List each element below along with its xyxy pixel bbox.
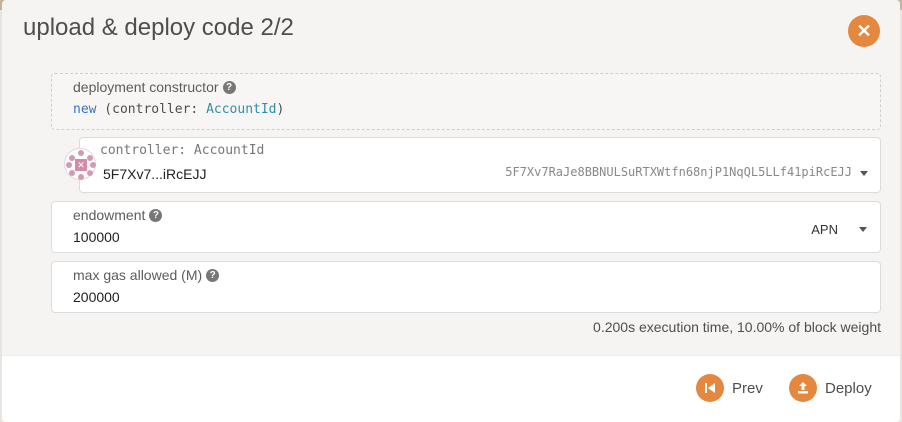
- max-gas-input[interactable]: 200000: [73, 289, 120, 305]
- account-full-address: 5F7Xv7RaJe8BBNULSuRTXWtfn68njP1NqQL5LLf4…: [505, 165, 852, 179]
- chevron-down-icon[interactable]: [860, 171, 868, 176]
- constructor-panel: deployment constructor ? new (controller…: [51, 73, 881, 130]
- deploy-modal: upload & deploy code 2/2 ✕ deployment co…: [2, 0, 900, 422]
- constructor-signature: new (controller: AccountId): [73, 102, 284, 117]
- modal-footer: Prev Deploy: [2, 355, 900, 422]
- chevron-down-icon[interactable]: [859, 227, 867, 232]
- deploy-label: Deploy: [825, 379, 872, 397]
- account-short-address: 5F7Xv7...iRcEJJ: [103, 166, 207, 182]
- constructor-label: deployment constructor: [73, 79, 219, 95]
- modal-content: deployment constructor ? new (controller…: [2, 60, 900, 355]
- close-icon: ✕: [856, 20, 872, 41]
- controller-label: controller: AccountId: [100, 143, 265, 158]
- constructor-params-open: (controller:: [96, 102, 207, 117]
- controller-account-select[interactable]: controller: AccountId 5F7Xv7...iRcEJJ 5F…: [79, 137, 881, 193]
- execution-info: 0.200s execution time, 10.00% of block w…: [593, 319, 881, 335]
- endowment-label: endowment: [73, 207, 146, 223]
- prev-label: Prev: [732, 379, 763, 397]
- help-icon[interactable]: ?: [149, 208, 163, 222]
- deploy-button[interactable]: Deploy: [789, 374, 872, 402]
- endowment-unit-select[interactable]: APN: [811, 222, 838, 237]
- modal-title: upload & deploy code 2/2: [23, 14, 294, 41]
- max-gas-field[interactable]: max gas allowed (M) ? 200000: [51, 261, 881, 313]
- close-button[interactable]: ✕: [848, 15, 880, 47]
- constructor-keyword: new: [73, 102, 97, 117]
- help-icon[interactable]: ?: [222, 80, 236, 94]
- upload-icon: [789, 374, 817, 402]
- step-backward-icon: [696, 374, 724, 402]
- endowment-input[interactable]: 100000: [73, 229, 120, 245]
- prev-button[interactable]: Prev: [696, 374, 763, 402]
- constructor-params-close: ): [276, 102, 285, 117]
- help-icon[interactable]: ?: [206, 268, 220, 282]
- endowment-field[interactable]: endowment ? 100000 APN: [51, 201, 881, 253]
- modal-header: upload & deploy code 2/2 ✕: [2, 0, 900, 60]
- constructor-param-type: AccountId: [206, 102, 277, 117]
- max-gas-label: max gas allowed (M): [73, 267, 203, 283]
- identicon-icon[interactable]: ✕: [64, 148, 96, 180]
